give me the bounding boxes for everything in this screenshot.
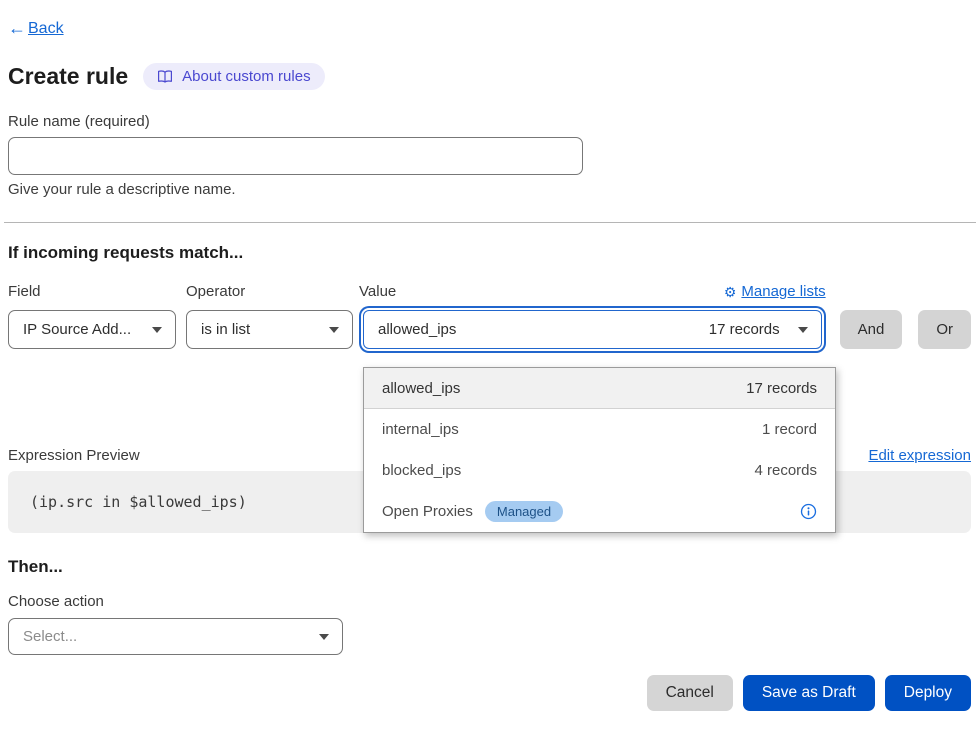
back-arrow-icon: ←	[8, 18, 26, 39]
dropdown-item-open-proxies[interactable]: Open Proxies Managed	[364, 491, 835, 532]
title-row: Create rule About custom rules	[8, 63, 971, 90]
list-records: 4 records	[754, 462, 817, 479]
field-column: Field IP Source Add...	[8, 283, 176, 349]
list-records: 1 record	[762, 421, 817, 438]
book-icon	[157, 69, 173, 84]
chevron-down-icon	[329, 327, 339, 333]
expression-preview-label: Expression Preview	[8, 446, 140, 465]
and-button[interactable]: And	[840, 310, 903, 349]
back-link[interactable]: ← Back	[8, 18, 64, 39]
rule-name-helper: Give your rule a descriptive name.	[8, 181, 971, 198]
cancel-button[interactable]: Cancel	[647, 675, 733, 711]
managed-badge: Managed	[485, 501, 563, 522]
manage-lists-link[interactable]: ⚙ Manage lists	[724, 283, 826, 301]
list-name: blocked_ips	[382, 462, 461, 479]
dropdown-item-allowed-ips[interactable]: allowed_ips 17 records	[364, 368, 835, 409]
value-column: Value ⚙ Manage lists allowed_ips 17 reco…	[359, 283, 826, 349]
action-select[interactable]: Select...	[8, 618, 343, 655]
list-records: 17 records	[746, 380, 817, 397]
create-rule-page: ← Back Create rule About custom rules Ru…	[0, 0, 979, 739]
operator-select[interactable]: is in list	[186, 310, 353, 349]
match-section-heading: If incoming requests match...	[8, 243, 971, 263]
field-select[interactable]: IP Source Add...	[8, 310, 176, 349]
list-name: internal_ips	[382, 421, 459, 438]
value-select[interactable]: allowed_ips 17 records	[363, 310, 822, 349]
chevron-down-icon	[319, 634, 329, 640]
info-icon[interactable]	[800, 503, 817, 520]
or-button[interactable]: Or	[918, 310, 971, 349]
operator-label: Operator	[186, 283, 353, 301]
about-custom-rules-link[interactable]: About custom rules	[143, 63, 324, 90]
action-select-placeholder: Select...	[23, 628, 77, 645]
value-select-value: allowed_ips	[378, 321, 456, 338]
condition-row: Field IP Source Add... Operator is in li…	[8, 283, 971, 349]
value-select-records: 17 records	[709, 321, 780, 338]
manage-lists-label: Manage lists	[741, 283, 825, 301]
rule-name-input[interactable]	[8, 137, 583, 175]
dropdown-item-blocked-ips[interactable]: blocked_ips 4 records	[364, 450, 835, 491]
save-as-draft-button[interactable]: Save as Draft	[743, 675, 875, 711]
value-label: Value	[359, 283, 396, 301]
footer-actions: Cancel Save as Draft Deploy	[8, 675, 971, 711]
rule-name-label: Rule name (required)	[8, 113, 971, 130]
field-select-value: IP Source Add...	[23, 321, 131, 338]
about-badge-label: About custom rules	[182, 68, 310, 85]
expression-code: (ip.src in $allowed_ips)	[30, 493, 247, 511]
list-name: allowed_ips	[382, 380, 460, 397]
section-divider	[4, 222, 976, 223]
field-label: Field	[8, 283, 176, 301]
back-label: Back	[28, 20, 64, 38]
page-title: Create rule	[8, 63, 128, 90]
gear-icon: ⚙	[724, 283, 737, 301]
value-dropdown: allowed_ips 17 records internal_ips 1 re…	[363, 367, 836, 533]
list-name: Open Proxies	[382, 503, 473, 520]
then-section-heading: Then...	[8, 557, 971, 577]
choose-action-label: Choose action	[8, 593, 971, 610]
edit-expression-link[interactable]: Edit expression	[868, 447, 971, 464]
dropdown-item-internal-ips[interactable]: internal_ips 1 record	[364, 409, 835, 450]
operator-column: Operator is in list	[186, 283, 353, 349]
chevron-down-icon	[152, 327, 162, 333]
chevron-down-icon	[798, 327, 808, 333]
deploy-button[interactable]: Deploy	[885, 675, 971, 711]
operator-select-value: is in list	[201, 321, 250, 338]
